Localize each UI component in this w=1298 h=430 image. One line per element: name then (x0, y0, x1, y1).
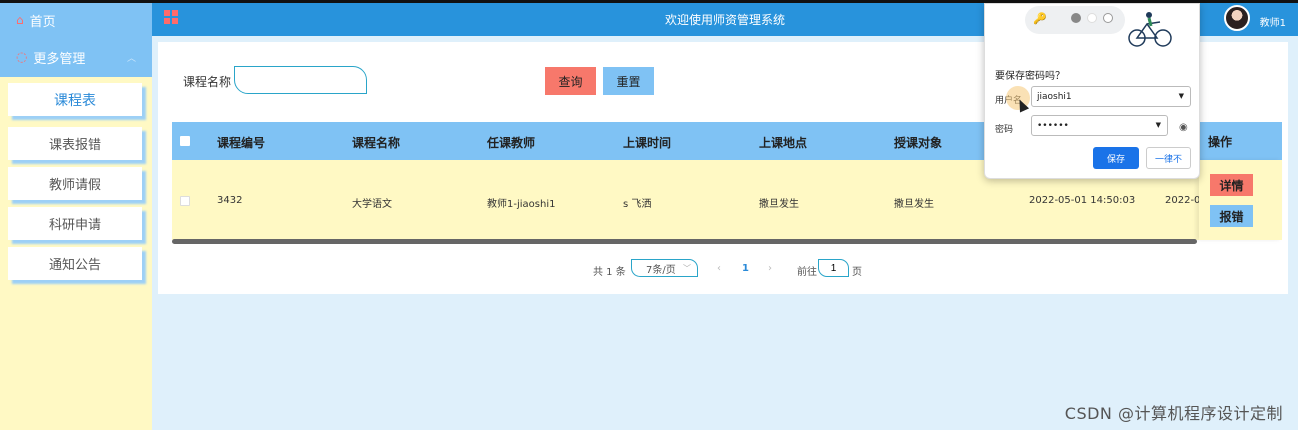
show-password-icon[interactable]: ◉ (1179, 122, 1188, 133)
sidebar-item-label: 课表报错 (48, 138, 101, 153)
chevron-up-icon: ︿ (126, 54, 136, 64)
column-header[interactable]: 课程名称 (352, 134, 400, 151)
menu-icon: ◌ (16, 49, 28, 65)
user-name[interactable]: 教师1 (1260, 14, 1286, 29)
cell-time: s 飞洒 (623, 199, 652, 210)
password-select[interactable]: •••••• ▼ (1031, 115, 1168, 136)
illustration-dot (1087, 13, 1097, 23)
bicycle-icon (1128, 12, 1172, 47)
cell-course-name: 大学语文 (352, 199, 392, 210)
sidebar-item-label: 课程表 (54, 92, 96, 109)
home-icon: ⌂ (16, 13, 24, 27)
save-password-button[interactable]: 保存 (1093, 147, 1139, 169)
prev-page-button[interactable]: ‹ (717, 263, 721, 274)
cell-course-no: 3432 (217, 195, 243, 206)
course-name-input[interactable] (234, 66, 367, 94)
goto-label: 前往 (797, 267, 817, 278)
cell-location: 撒旦发生 (759, 199, 799, 210)
report-error-button[interactable]: 报错 (1210, 205, 1253, 227)
key-icon: 🔑 (1033, 12, 1047, 25)
search-button[interactable]: 查询 (545, 67, 596, 95)
dropdown-arrow-icon: ▼ (1155, 121, 1161, 129)
detail-button[interactable]: 详情 (1210, 174, 1253, 196)
horizontal-scrollbar[interactable] (172, 239, 1197, 244)
sidebar-item-research-application[interactable]: 科研申请 (8, 207, 142, 240)
select-all-checkbox[interactable] (180, 136, 190, 146)
avatar[interactable] (1224, 5, 1250, 31)
cell-created: 2022-05-01 14:50:03 (1029, 195, 1136, 206)
illustration-dot (1071, 13, 1081, 23)
column-header[interactable]: 任课教师 (487, 134, 535, 151)
page-size-select[interactable]: 7条/页 ﹀ (631, 259, 698, 277)
reset-button[interactable]: 重置 (603, 67, 654, 95)
sidebar-item-label: 教师请假 (48, 178, 101, 193)
cell-audience: 撒旦发生 (894, 199, 934, 210)
sidebar: ⌂ 首页 ◌ 更多管理 ︿ 课程表 课表报错 教师请假 科研申请 通知公告 (0, 3, 152, 430)
password-label: 密码 (995, 125, 1014, 135)
sidebar-item-label: 科研申请 (48, 218, 101, 233)
column-header[interactable]: 课程编号 (217, 134, 265, 151)
sidebar-item-course-schedule[interactable]: 课程表 (8, 83, 142, 116)
pagination: 共 1 条 7条/页 ﹀ ‹ 1 › 前往 页 (158, 259, 1288, 280)
column-header[interactable]: 上课时间 (623, 134, 671, 151)
sidebar-item-schedule-error[interactable]: 课表报错 (8, 127, 142, 160)
column-header-actions: 操作 (1199, 122, 1282, 160)
goto-page-input[interactable] (818, 259, 849, 277)
sidebar-home-label: 首页 (29, 14, 56, 30)
watermark: CSDN @计算机程序设计定制 (1064, 404, 1283, 423)
sidebar-item-notice[interactable]: 通知公告 (8, 247, 142, 280)
total-count: 共 1 条 (593, 267, 626, 278)
never-save-button[interactable]: 一律不 (1146, 147, 1191, 169)
search-label: 课程名称 (183, 75, 232, 89)
sidebar-item-teacher-leave[interactable]: 教师请假 (8, 167, 142, 200)
cell-teacher: 教师1-jiaoshi1 (487, 199, 556, 210)
row-checkbox[interactable] (180, 196, 190, 206)
sidebar-submenu: 课程表 课表报错 教师请假 科研申请 通知公告 (0, 77, 152, 280)
column-header[interactable]: 授课对象 (894, 134, 942, 151)
row-actions: 详情 报错 (1199, 160, 1282, 240)
sidebar-more-management[interactable]: ◌ 更多管理 ︿ (0, 37, 152, 77)
page-size-value: 7条/页 (646, 264, 676, 276)
next-page-button[interactable]: › (768, 263, 772, 274)
column-header[interactable]: 上课地点 (759, 134, 807, 151)
username-select[interactable]: jiaoshi1 ▼ (1031, 86, 1191, 107)
chevron-down-icon: ﹀ (683, 264, 691, 273)
dropdown-arrow-icon: ▼ (1178, 92, 1184, 100)
illustration-dot (1103, 13, 1113, 23)
sidebar-home[interactable]: ⌂ 首页 (0, 3, 152, 37)
sidebar-more-label: 更多管理 (33, 51, 86, 67)
popup-title: 要保存密码吗？ (995, 71, 1065, 82)
current-page[interactable]: 1 (742, 263, 749, 274)
sidebar-item-label: 通知公告 (48, 258, 101, 273)
username-value: jiaoshi1 (1037, 91, 1072, 102)
page-unit-label: 页 (852, 267, 862, 278)
password-value: •••••• (1037, 120, 1069, 131)
